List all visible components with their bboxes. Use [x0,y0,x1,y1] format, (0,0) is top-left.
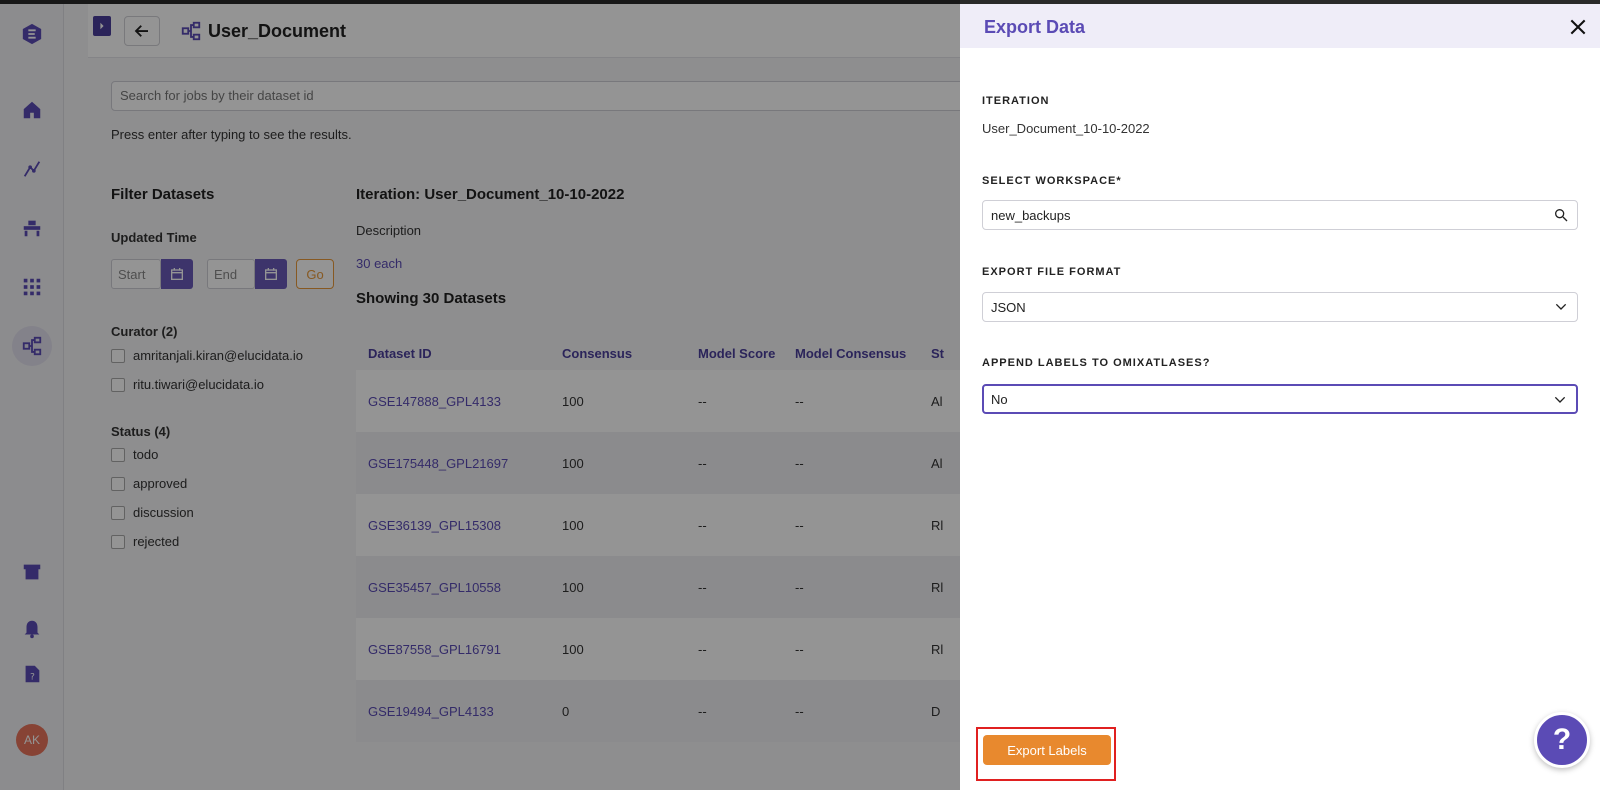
append-labels-select[interactable]: No [982,384,1578,414]
export-format-label: EXPORT FILE FORMAT [982,266,1122,278]
close-icon [1570,19,1586,35]
chevron-down-icon [1555,303,1567,310]
workspace-label: SELECT WORKSPACE* [982,175,1122,187]
iteration-label: ITERATION [982,95,1050,107]
close-button[interactable] [1567,16,1589,38]
append-labels-label: APPEND LABELS TO OMIXATLASES? [982,357,1211,369]
export-labels-button[interactable]: Export Labels [983,735,1111,765]
export-data-drawer: Export Data ITERATION User_Document_10-1… [960,4,1600,790]
modal-backdrop[interactable] [0,0,960,790]
iteration-value: User_Document_10-10-2022 [982,121,1150,136]
search-icon [1555,209,1568,222]
drawer-title: Export Data [984,17,1086,37]
drawer-header: Export Data [960,4,1600,48]
help-button[interactable]: ? [1534,712,1590,768]
chevron-down-icon [1554,396,1566,403]
workspace-search-input[interactable]: new_backups [982,200,1578,230]
export-format-select[interactable]: JSON [982,292,1578,322]
